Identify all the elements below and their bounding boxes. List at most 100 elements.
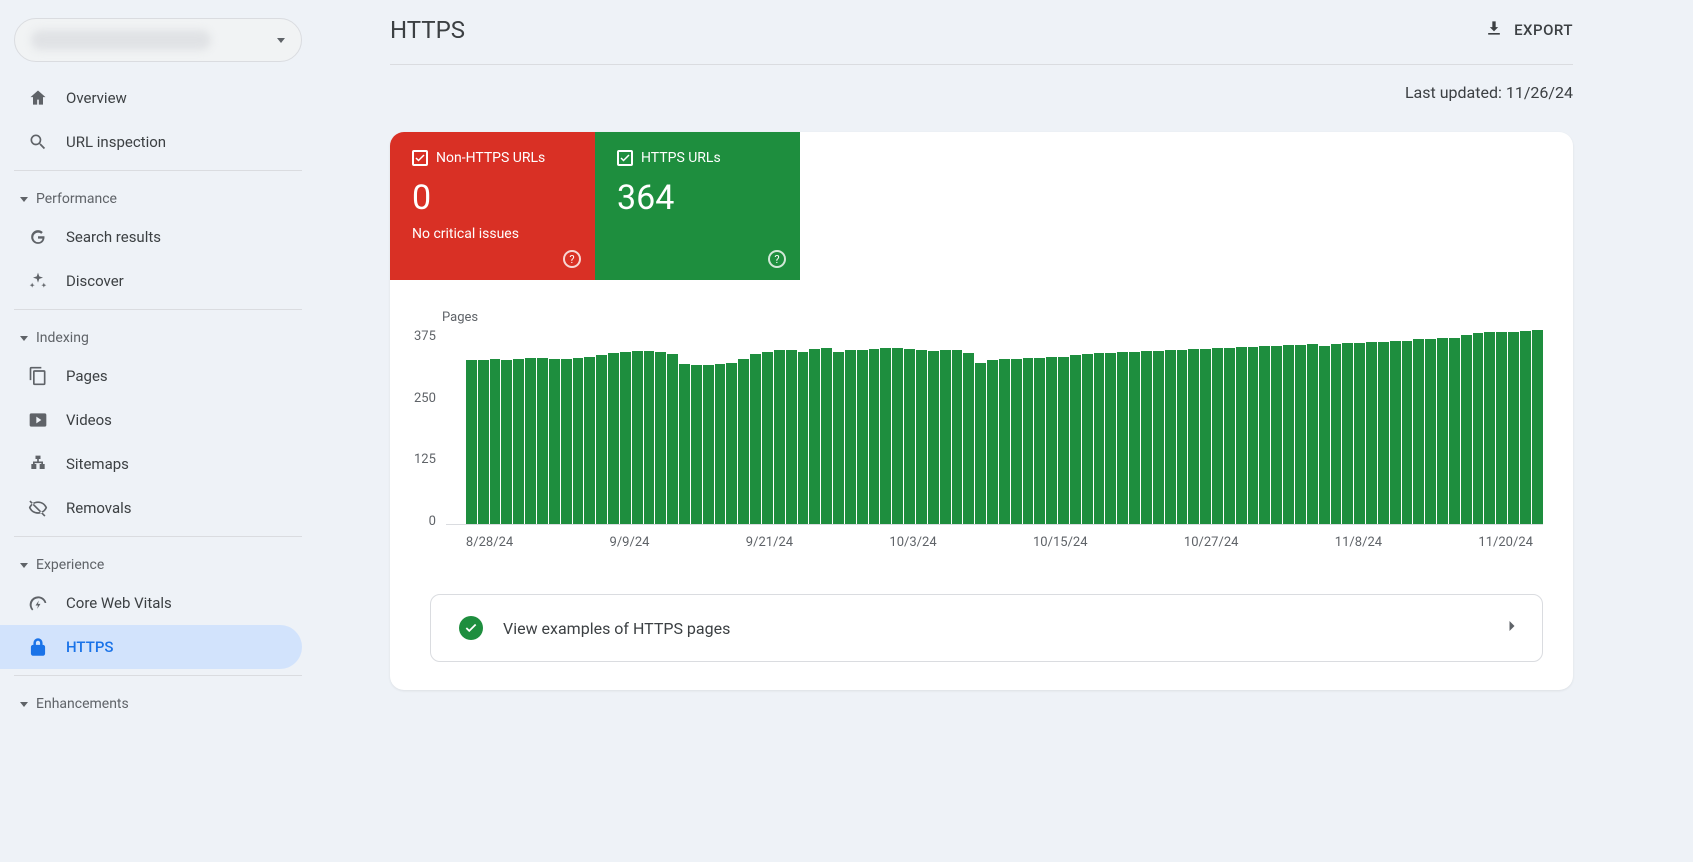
sidebar-item-core-web-vitals[interactable]: Core Web Vitals bbox=[0, 581, 302, 625]
download-icon bbox=[1484, 18, 1504, 42]
chart-bar bbox=[845, 350, 856, 524]
sidebar-section-performance[interactable]: Performance bbox=[14, 177, 302, 215]
updated-value: 11/26/24 bbox=[1506, 83, 1573, 102]
y-tick: 0 bbox=[429, 514, 436, 529]
chart-bar bbox=[1236, 347, 1247, 524]
chart-bar bbox=[1224, 348, 1235, 524]
sidebar-section-indexing[interactable]: Indexing bbox=[14, 316, 302, 354]
chart-bar bbox=[904, 349, 915, 524]
chart-bar bbox=[1532, 330, 1543, 524]
help-icon[interactable]: ? bbox=[768, 250, 786, 268]
chart-bar bbox=[1177, 350, 1188, 524]
link-text: View examples of HTTPS pages bbox=[503, 619, 730, 638]
chart-bar bbox=[892, 348, 903, 524]
export-button[interactable]: EXPORT bbox=[1484, 18, 1573, 42]
chart-bar bbox=[490, 359, 501, 524]
chart-y-axis: 3752501250 bbox=[414, 329, 446, 529]
section-label: Experience bbox=[36, 557, 104, 573]
chart-bar bbox=[584, 357, 595, 524]
x-tick: 10/15/24 bbox=[1033, 535, 1088, 550]
main-content: HTTPS EXPORT Last updated: 11/26/24 Non-… bbox=[320, 0, 1693, 862]
x-tick: 9/21/24 bbox=[746, 535, 793, 550]
chart-bar bbox=[1508, 332, 1519, 524]
chart-bar bbox=[1319, 346, 1330, 524]
tile-value: 364 bbox=[617, 178, 782, 218]
y-tick: 125 bbox=[414, 452, 436, 467]
chart-bar bbox=[1212, 348, 1223, 524]
chart-bar bbox=[596, 355, 607, 524]
chart-bar bbox=[703, 365, 714, 524]
sidebar-item-https[interactable]: HTTPS bbox=[0, 625, 302, 669]
home-icon bbox=[28, 88, 48, 108]
chart-bar bbox=[1011, 359, 1022, 524]
x-tick: 9/9/24 bbox=[610, 535, 650, 550]
sparkle-icon bbox=[28, 271, 48, 291]
chart-bar bbox=[691, 365, 702, 524]
caret-down-icon bbox=[20, 563, 28, 568]
property-selector[interactable] bbox=[14, 18, 302, 62]
chart-bar bbox=[561, 359, 572, 524]
chart-bar bbox=[1342, 343, 1353, 524]
sidebar: Overview URL inspection Performance Sear… bbox=[0, 0, 320, 862]
sidebar-item-label: Pages bbox=[66, 367, 108, 385]
chart-bar bbox=[1331, 344, 1342, 524]
x-tick: 10/27/24 bbox=[1184, 535, 1239, 550]
chart-bar bbox=[786, 350, 797, 524]
caret-down-icon bbox=[20, 197, 28, 202]
sidebar-item-search-results[interactable]: Search results bbox=[0, 215, 302, 259]
chart-bar bbox=[952, 350, 963, 524]
chart-bar bbox=[549, 359, 560, 524]
chart: Pages 3752501250 8/28/249/9/249/21/2410/… bbox=[390, 280, 1573, 550]
sidebar-item-label: Sitemaps bbox=[66, 455, 129, 473]
chart-bar bbox=[1058, 357, 1069, 524]
x-tick: 11/20/24 bbox=[1478, 535, 1533, 550]
tile-subtext: No critical issues bbox=[412, 226, 577, 242]
chart-bar bbox=[632, 351, 643, 524]
chart-bar bbox=[762, 352, 773, 524]
property-name-redacted bbox=[31, 30, 211, 50]
chart-bar bbox=[1390, 341, 1401, 524]
sidebar-item-removals[interactable]: Removals bbox=[0, 486, 302, 530]
chart-bar bbox=[869, 349, 880, 524]
tile-non-https[interactable]: Non-HTTPS URLs 0 No critical issues ? bbox=[390, 132, 595, 280]
sidebar-item-videos[interactable]: Videos bbox=[0, 398, 302, 442]
y-tick: 375 bbox=[414, 329, 436, 344]
chart-bar bbox=[1248, 347, 1259, 524]
help-icon[interactable]: ? bbox=[563, 250, 581, 268]
sidebar-item-pages[interactable]: Pages bbox=[0, 354, 302, 398]
divider bbox=[14, 309, 302, 310]
chart-bar bbox=[1129, 352, 1140, 524]
checkbox-icon bbox=[412, 150, 428, 166]
x-tick: 8/28/24 bbox=[466, 535, 513, 550]
section-label: Indexing bbox=[36, 330, 89, 346]
sidebar-item-label: HTTPS bbox=[66, 638, 113, 656]
chart-bar bbox=[1271, 346, 1282, 524]
chart-bar bbox=[1283, 345, 1294, 524]
sidebar-item-overview[interactable]: Overview bbox=[0, 76, 302, 120]
sidebar-section-experience[interactable]: Experience bbox=[14, 543, 302, 581]
sidebar-item-url-inspection[interactable]: URL inspection bbox=[0, 120, 302, 164]
pages-icon bbox=[28, 366, 48, 386]
sidebar-section-enhancements[interactable]: Enhancements bbox=[14, 682, 302, 720]
chart-bar bbox=[501, 360, 512, 524]
checkbox-icon bbox=[617, 150, 633, 166]
tile-https[interactable]: HTTPS URLs 364 ? bbox=[595, 132, 800, 280]
chart-bar bbox=[999, 359, 1010, 524]
tile-label: Non-HTTPS URLs bbox=[436, 150, 545, 166]
sidebar-item-sitemaps[interactable]: Sitemaps bbox=[0, 442, 302, 486]
chart-bar bbox=[809, 349, 820, 524]
section-label: Enhancements bbox=[36, 696, 129, 712]
chart-bar bbox=[833, 352, 844, 524]
chart-bar bbox=[1378, 342, 1389, 524]
chart-bar bbox=[1354, 343, 1365, 524]
sidebar-item-discover[interactable]: Discover bbox=[0, 259, 302, 303]
sitemap-icon bbox=[28, 454, 48, 474]
x-tick: 11/8/24 bbox=[1335, 535, 1382, 550]
chart-bar bbox=[987, 360, 998, 524]
chart-bar bbox=[1437, 338, 1448, 524]
chart-bar bbox=[1141, 351, 1152, 524]
chart-bar bbox=[798, 352, 809, 524]
https-card: Non-HTTPS URLs 0 No critical issues ? HT… bbox=[390, 132, 1573, 690]
chart-bar bbox=[513, 359, 524, 524]
view-examples-link[interactable]: View examples of HTTPS pages bbox=[430, 594, 1543, 662]
